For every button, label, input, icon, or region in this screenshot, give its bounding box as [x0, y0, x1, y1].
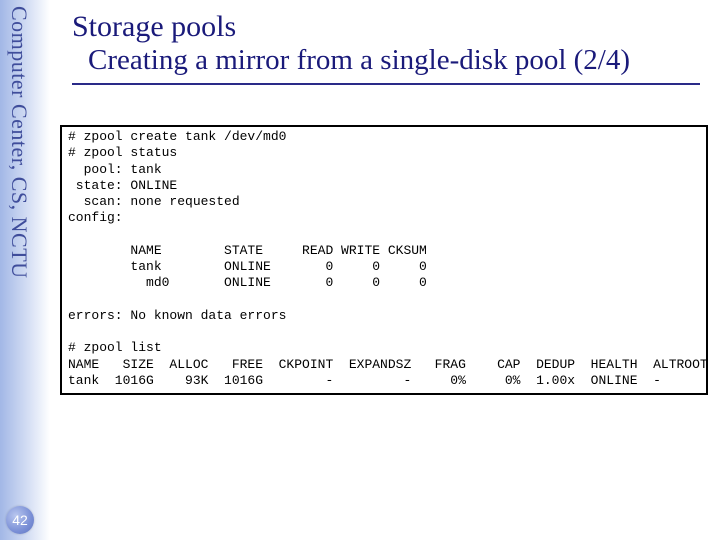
- title-block: Storage pools Creating a mirror from a s…: [72, 10, 700, 85]
- org-label-text: Computer Center, CS, NCTU: [7, 6, 32, 279]
- status-scan: scan: none requested: [68, 194, 240, 209]
- list-header: NAME SIZE ALLOC FREE CKPOINT EXPANDSZ FR…: [68, 357, 708, 372]
- slide: Computer Center, CS, NCTU Storage pools …: [0, 0, 720, 540]
- cmd-create: # zpool create tank /dev/md0: [68, 129, 286, 144]
- page-number: 42: [12, 512, 28, 528]
- status-config: config:: [68, 210, 123, 225]
- errors-line: errors: No known data errors: [68, 308, 286, 323]
- title-line-1: Storage pools: [72, 10, 700, 44]
- config-row-tank: tank ONLINE 0 0 0: [68, 259, 427, 274]
- status-state: state: ONLINE: [68, 178, 177, 193]
- terminal-output: # zpool create tank /dev/md0 # zpool sta…: [60, 125, 708, 395]
- config-row-md0: md0 ONLINE 0 0 0: [68, 275, 427, 290]
- cmd-status: # zpool status: [68, 145, 177, 160]
- list-row-tank: tank 1016G 93K 1016G - - 0% 0% 1.00x ONL…: [68, 373, 661, 388]
- title-line-2: Creating a mirror from a single-disk poo…: [72, 44, 700, 85]
- page-number-badge: 42: [6, 506, 34, 534]
- org-vertical-label: Computer Center, CS, NCTU: [6, 6, 32, 279]
- config-header: NAME STATE READ WRITE CKSUM: [68, 243, 427, 258]
- cmd-list: # zpool list: [68, 340, 162, 355]
- status-pool: pool: tank: [68, 162, 162, 177]
